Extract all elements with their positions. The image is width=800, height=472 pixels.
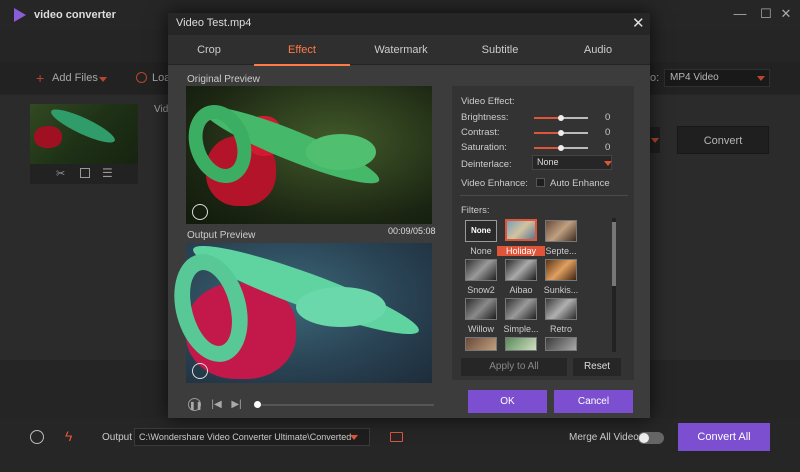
filters-label: Filters: (461, 205, 490, 216)
saturation-value: 0 (605, 142, 611, 153)
filter-thumb-partial[interactable] (465, 337, 497, 351)
panel-divider (460, 195, 628, 196)
reset-button[interactable]: Reset (573, 358, 621, 376)
pause-button[interactable]: ❚❚ (188, 398, 202, 411)
tab-subtitle[interactable]: Subtitle (452, 35, 548, 65)
brightness-value: 0 (605, 112, 611, 123)
tab-watermark[interactable]: Watermark (353, 35, 449, 65)
output-label: Output (102, 432, 133, 443)
tab-audio[interactable]: Audio (550, 35, 646, 65)
saturation-handle[interactable] (558, 145, 564, 151)
contrast-label: Contrast: (461, 127, 500, 138)
app-window: video converter — ☐ ✕ + Add Files Loa o:… (0, 0, 800, 472)
saturation-fill (534, 147, 560, 149)
deinterlace-chevron-icon[interactable] (604, 161, 612, 166)
original-preview-label: Original Preview (187, 74, 260, 85)
filter-willow-thumb[interactable] (465, 298, 497, 320)
seek-handle[interactable] (254, 401, 261, 408)
apply-to-all-button[interactable]: Apply to All (461, 358, 567, 376)
filter-thumb-partial[interactable] (505, 337, 537, 351)
dialog-close-icon[interactable]: ✕ (632, 14, 645, 32)
output-path-field[interactable]: C:\Wondershare Video Converter Ultimate\… (134, 428, 370, 446)
original-preview (178, 86, 432, 224)
filter-retro-thumb[interactable] (545, 298, 577, 320)
deinterlace-label: Deinterlace: (461, 159, 512, 170)
ok-button[interactable]: OK (468, 390, 547, 413)
merge-toggle[interactable] (638, 432, 664, 444)
cancel-button[interactable]: Cancel (554, 390, 633, 413)
output-watermark-icon (192, 363, 208, 379)
deinterlace-select[interactable]: None (532, 155, 612, 170)
contrast-value: 0 (605, 127, 611, 138)
alarm-clock-icon[interactable] (30, 430, 44, 444)
video-enhance-label: Video Enhance: (461, 178, 528, 189)
filter-simple-thumb[interactable] (505, 298, 537, 320)
filter-snow2-thumb[interactable] (465, 259, 497, 281)
tab-effect[interactable]: Effect (254, 35, 350, 65)
dialog-title: Video Test.mp4 (176, 17, 252, 29)
contrast-handle[interactable] (558, 130, 564, 136)
filter-aibao-thumb[interactable] (505, 259, 537, 281)
filter-thumb-partial[interactable] (545, 337, 577, 351)
close-button[interactable]: ✕ (778, 6, 794, 22)
output-preview-label: Output Preview (187, 230, 256, 241)
brightness-handle[interactable] (558, 115, 564, 121)
merge-label: Merge All Videos (569, 432, 644, 443)
filter-label: Retro (549, 324, 572, 334)
next-frame-icon[interactable]: ▶| (230, 398, 243, 411)
video-effect-heading: Video Effect: (461, 96, 515, 107)
saturation-label: Saturation: (461, 142, 507, 153)
filter-holiday-thumb[interactable] (505, 219, 537, 241)
filters-scroll-thumb[interactable] (612, 222, 616, 286)
filter-none-thumb[interactable]: None (465, 220, 497, 242)
watermark-icon (192, 204, 208, 220)
speed-boost-icon[interactable]: ϟ (65, 428, 72, 444)
output-path-chevron-icon[interactable] (350, 435, 358, 440)
open-folder-icon[interactable] (390, 432, 403, 442)
auto-enhance-label: Auto Enhance (550, 178, 610, 189)
convert-all-button[interactable]: Convert All (678, 423, 770, 451)
filter-september-thumb[interactable] (545, 220, 577, 242)
auto-enhance-checkbox[interactable] (536, 178, 545, 187)
minimize-button[interactable]: — (732, 6, 748, 22)
contrast-fill (534, 132, 560, 134)
previous-frame-icon[interactable]: |◀ (210, 398, 223, 411)
tab-crop[interactable]: Crop (161, 35, 257, 65)
filter-label: Sunkis... (543, 285, 579, 295)
filter-label: Septe... (545, 246, 577, 256)
maximize-button[interactable]: ☐ (758, 6, 774, 22)
output-preview (162, 232, 432, 383)
deinterlace-value: None (537, 157, 559, 167)
brightness-fill (534, 117, 560, 119)
seek-bar[interactable] (254, 404, 434, 406)
app-title: video converter (34, 9, 116, 21)
app-logo-icon (14, 8, 26, 22)
filter-sunkissed-thumb[interactable] (545, 259, 577, 281)
active-tab-underline (254, 64, 350, 66)
playback-time: 00:09/05:08 (388, 226, 436, 236)
brightness-label: Brightness: (461, 112, 509, 123)
